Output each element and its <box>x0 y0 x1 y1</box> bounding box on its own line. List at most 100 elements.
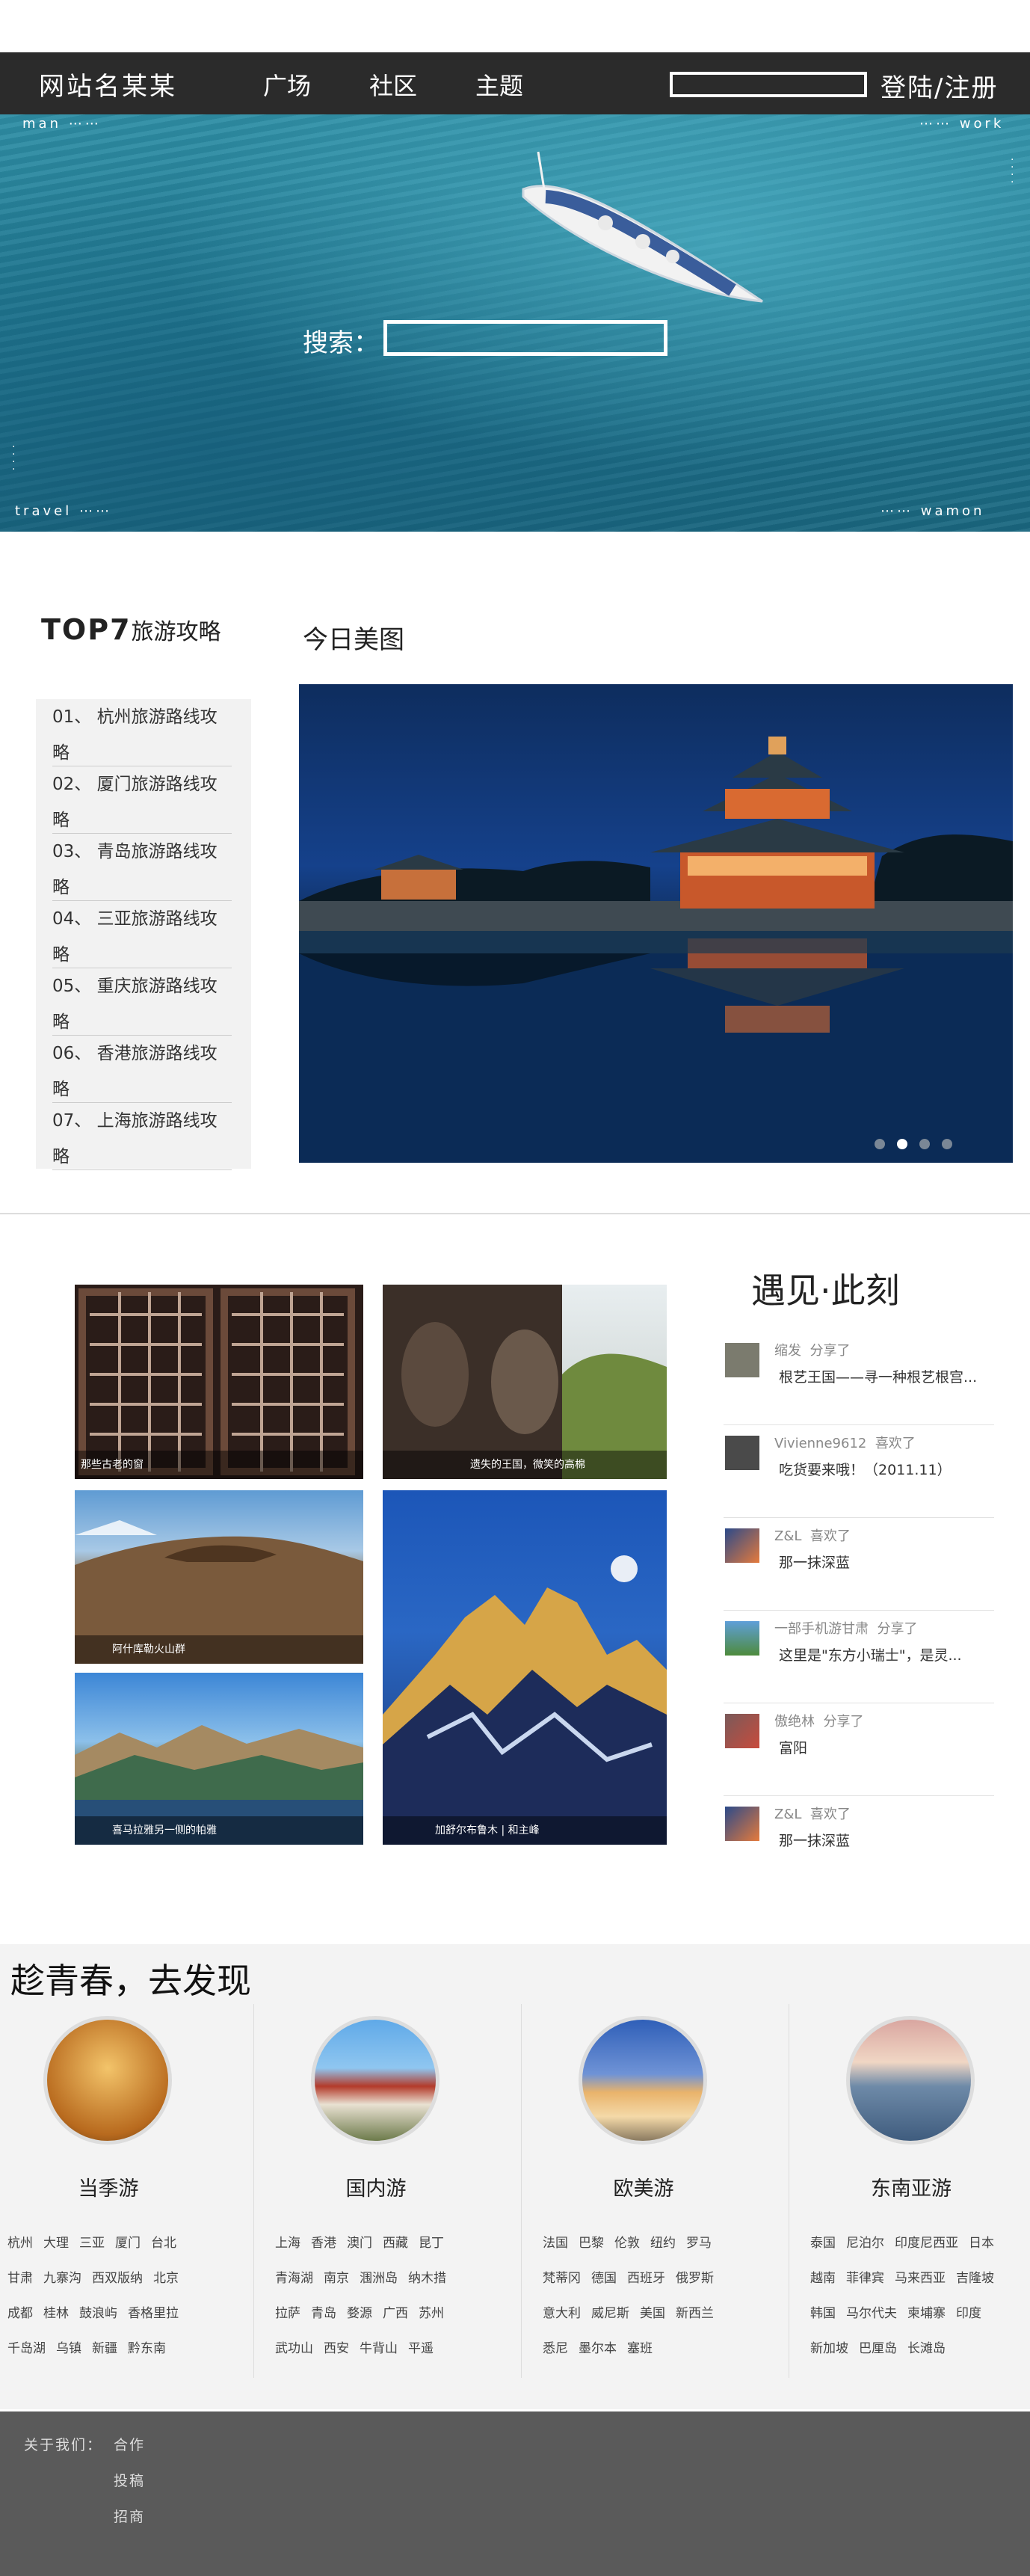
place-link[interactable]: 悉尼 <box>543 2337 568 2373</box>
place-link[interactable]: 苏州 <box>419 2302 444 2337</box>
place-link[interactable]: 西班牙 <box>627 2267 665 2302</box>
avatar[interactable] <box>725 1436 759 1470</box>
place-link[interactable]: 涠洲岛 <box>360 2267 398 2302</box>
place-link[interactable]: 大理 <box>43 2232 69 2267</box>
top7-item[interactable]: 03、 青岛旅游路线攻略 <box>52 834 232 901</box>
site-logo[interactable]: 网站名某某 <box>39 66 177 102</box>
place-link[interactable]: 九寨沟 <box>43 2267 81 2302</box>
feed-text[interactable]: 根艺王国——寻一种根艺根宫... <box>779 1366 977 1386</box>
place-link[interactable]: 北京 <box>153 2267 179 2302</box>
place-link[interactable]: 美国 <box>640 2302 665 2337</box>
feed-text[interactable]: 那一抹深蓝 <box>779 1552 850 1572</box>
top7-item[interactable]: 07、 上海旅游路线攻略 <box>52 1103 232 1170</box>
place-link[interactable]: 澳门 <box>347 2232 372 2267</box>
footer-link-cooperation[interactable]: 合作 <box>114 2434 145 2454</box>
menu-item-community[interactable]: 社区 <box>369 67 475 102</box>
place-link[interactable]: 巴黎 <box>579 2232 604 2267</box>
place-link[interactable]: 香格里拉 <box>128 2302 179 2337</box>
place-link[interactable]: 西安 <box>324 2337 349 2373</box>
place-link[interactable]: 马尔代夫 <box>846 2302 897 2337</box>
place-link[interactable]: 桂林 <box>43 2302 69 2337</box>
menu-item-plaza[interactable]: 广场 <box>263 67 369 102</box>
autumn-forest-image[interactable] <box>43 2016 172 2145</box>
place-link[interactable]: 越南 <box>810 2267 836 2302</box>
place-link[interactable]: 牛背山 <box>360 2337 398 2373</box>
feed-item[interactable]: Z&L 喜欢了 那一抹深蓝 <box>724 1796 994 1889</box>
place-link[interactable]: 西藏 <box>383 2232 408 2267</box>
place-link[interactable]: 印度 <box>956 2302 981 2337</box>
feed-text[interactable]: 富阳 <box>779 1737 807 1757</box>
place-link[interactable]: 青海湖 <box>275 2267 313 2302</box>
place-link[interactable]: 广西 <box>383 2302 408 2337</box>
feed-item[interactable]: Z&L 喜欢了 那一抹深蓝 <box>724 1518 994 1611</box>
place-link[interactable]: 意大利 <box>543 2302 581 2337</box>
place-link[interactable]: 吉隆坡 <box>956 2267 994 2302</box>
place-link[interactable]: 法国 <box>543 2232 568 2267</box>
place-link[interactable]: 黔东南 <box>128 2337 166 2373</box>
place-link[interactable]: 威尼斯 <box>591 2302 629 2337</box>
column-title[interactable]: 欧美游 <box>535 2172 752 2201</box>
place-link[interactable]: 泰国 <box>810 2232 836 2267</box>
avatar[interactable] <box>725 1714 759 1748</box>
login-register-link[interactable]: 登陆/注册 <box>881 67 998 104</box>
photo-card[interactable]: 那些古老的窗 <box>75 1285 363 1479</box>
avatar[interactable] <box>725 1528 759 1563</box>
place-link[interactable]: 德国 <box>591 2267 617 2302</box>
place-link[interactable]: 墨尔本 <box>579 2337 617 2373</box>
hero-search-input[interactable] <box>383 320 667 356</box>
carousel-dot-active[interactable] <box>897 1139 907 1149</box>
top7-item[interactable]: 05、 重庆旅游路线攻略 <box>52 968 232 1036</box>
place-link[interactable]: 新西兰 <box>676 2302 714 2337</box>
feed-item[interactable]: 傲绝林 分享了 富阳 <box>724 1703 994 1796</box>
place-link[interactable]: 香港 <box>311 2232 336 2267</box>
carousel-dot[interactable] <box>919 1139 930 1149</box>
feed-item[interactable]: Vivienne9612 喜欢了 吃货要来哦！（2011.11） <box>724 1425 994 1518</box>
place-link[interactable]: 鼓浪屿 <box>79 2302 117 2337</box>
footer-link-business[interactable]: 招商 <box>114 2506 145 2526</box>
place-link[interactable]: 新疆 <box>92 2337 117 2373</box>
place-link[interactable]: 印度尼西亚 <box>895 2232 958 2267</box>
place-link[interactable]: 新加坡 <box>810 2337 848 2373</box>
place-link[interactable]: 成都 <box>7 2302 33 2337</box>
column-title[interactable]: 东南亚游 <box>803 2172 1020 2201</box>
feed-item[interactable]: 缩发 分享了 根艺王国——寻一种根艺根宫... <box>724 1332 994 1425</box>
photo-card[interactable]: 阿什库勒火山群 <box>75 1490 363 1664</box>
nav-search-input[interactable] <box>670 72 867 97</box>
place-link[interactable]: 青岛 <box>311 2302 336 2337</box>
place-link[interactable]: 平遥 <box>408 2337 434 2373</box>
place-link[interactable]: 上海 <box>275 2232 300 2267</box>
photo-card[interactable]: 遗失的王国，微笑的高棉 <box>383 1285 667 1479</box>
carousel-dot[interactable] <box>875 1139 885 1149</box>
top7-item[interactable]: 02、 厦门旅游路线攻略 <box>52 766 232 834</box>
carousel-dot[interactable] <box>942 1139 952 1149</box>
feed-text[interactable]: 那一抹深蓝 <box>779 1830 850 1850</box>
place-link[interactable]: 巴厘岛 <box>859 2337 897 2373</box>
footer-link-contribute[interactable]: 投稿 <box>114 2470 145 2490</box>
place-link[interactable]: 俄罗斯 <box>676 2267 714 2302</box>
feed-text[interactable]: 这里是"东方小瑞士"，是灵... <box>779 1644 962 1664</box>
place-link[interactable]: 西双版纳 <box>92 2267 143 2302</box>
place-link[interactable]: 厦门 <box>115 2232 141 2267</box>
top7-item[interactable]: 04、 三亚旅游路线攻略 <box>52 901 232 968</box>
today-photo[interactable] <box>299 684 1013 1163</box>
place-link[interactable]: 婺源 <box>347 2302 372 2337</box>
place-link[interactable]: 拉萨 <box>275 2302 300 2337</box>
photo-card[interactable]: 喜马拉雅另一侧的帕雅 <box>75 1673 363 1845</box>
place-link[interactable]: 菲律宾 <box>846 2267 884 2302</box>
place-link[interactable]: 柬埔寨 <box>907 2302 946 2337</box>
place-link[interactable]: 伦敦 <box>614 2232 640 2267</box>
place-link[interactable]: 武功山 <box>275 2337 313 2373</box>
place-link[interactable]: 杭州 <box>7 2232 33 2267</box>
place-link[interactable]: 台北 <box>151 2232 176 2267</box>
pier-sunset-image[interactable] <box>846 2016 975 2145</box>
potala-palace-image[interactable] <box>311 2016 440 2145</box>
place-link[interactable]: 南京 <box>324 2267 349 2302</box>
place-link[interactable]: 尼泊尔 <box>846 2232 884 2267</box>
avatar[interactable] <box>725 1807 759 1841</box>
place-link[interactable]: 韩国 <box>810 2302 836 2337</box>
avatar[interactable] <box>725 1343 759 1377</box>
place-link[interactable]: 甘肃 <box>7 2267 33 2302</box>
place-link[interactable]: 纽约 <box>650 2232 676 2267</box>
place-link[interactable]: 塞班 <box>627 2337 653 2373</box>
place-link[interactable]: 长滩岛 <box>907 2337 946 2373</box>
